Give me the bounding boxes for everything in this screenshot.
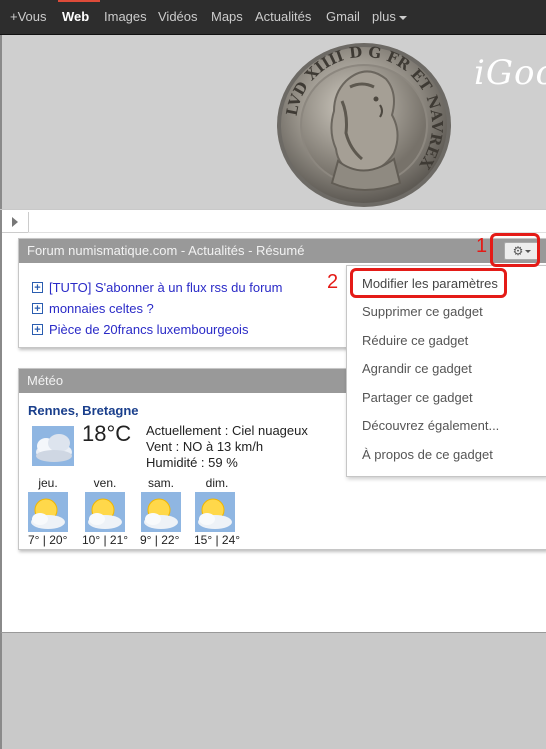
feed-link[interactable]: Pièce de 20francs luxembourgeois xyxy=(49,322,248,337)
forecast-temps: 7° | 20° xyxy=(28,533,68,547)
annotation-highlight-box xyxy=(350,268,507,298)
nav-link-gmail[interactable]: Gmail xyxy=(326,0,360,34)
forecast-temps: 9° | 22° xyxy=(140,533,180,547)
sidebar-toggle[interactable] xyxy=(2,212,29,233)
feed-item[interactable]: + monnaies celtes ? xyxy=(32,300,154,318)
nav-link-maps[interactable]: Maps xyxy=(211,0,243,34)
feed-item[interactable]: + Pièce de 20francs luxembourgeois xyxy=(32,321,248,339)
forecast-temps: 10° | 21° xyxy=(82,533,129,547)
expand-icon[interactable]: + xyxy=(32,324,43,336)
coin-image: LVD XIIII D G FR ET NAVREX xyxy=(277,43,451,207)
nav-link-actualites[interactable]: Actualités xyxy=(255,0,311,34)
nav-link-plus-vous[interactable]: +Vous xyxy=(10,0,47,34)
triangle-right-icon xyxy=(12,217,18,227)
nav-link-more[interactable]: plus xyxy=(372,0,407,34)
nav-link-videos[interactable]: Vidéos xyxy=(158,0,198,34)
nav-more-label: plus xyxy=(372,9,396,24)
weather-conditions: Actuellement : Ciel nuageux xyxy=(146,423,308,438)
feed-link[interactable]: monnaies celtes ? xyxy=(49,301,154,316)
menu-item-delete[interactable]: Supprimer ce gadget xyxy=(362,304,483,319)
expand-icon[interactable]: + xyxy=(32,282,43,294)
feed-link[interactable]: [TUTO] S'abonner à un flux rss du forum xyxy=(49,280,282,295)
partly-sunny-icon xyxy=(85,492,125,532)
menu-item-discover[interactable]: Découvrez également... xyxy=(362,418,499,433)
annotation-number-1: 1 xyxy=(476,235,488,257)
menu-item-about[interactable]: À propos de ce gadget xyxy=(362,447,493,462)
forecast-day: ven. xyxy=(93,476,117,490)
forecast-day: jeu. xyxy=(38,476,58,490)
expand-icon[interactable]: + xyxy=(32,303,43,315)
current-temperature: 18°C xyxy=(82,421,132,446)
forecast-day: sam. xyxy=(147,476,174,490)
weather-city-link[interactable]: Rennes, Bretagne xyxy=(28,403,139,418)
partly-sunny-icon xyxy=(141,492,181,532)
forecast-temps: 15° | 24° xyxy=(194,533,241,547)
divider xyxy=(28,232,546,233)
page-footer-area xyxy=(0,632,546,749)
feed-item[interactable]: + [TUTO] S'abonner à un flux rss du forum xyxy=(32,279,282,297)
menu-item-maximize[interactable]: Agrandir ce gadget xyxy=(362,361,472,376)
gadget-title[interactable]: Forum numismatique.com - Actualités - Ré… xyxy=(19,239,546,263)
nav-link-images[interactable]: Images xyxy=(104,0,147,34)
annotation-number-2: 2 xyxy=(327,271,339,293)
forecast-day: dim. xyxy=(205,476,229,490)
menu-item-minimize[interactable]: Réduire ce gadget xyxy=(362,333,468,348)
cloudy-icon xyxy=(32,426,74,466)
top-nav-bar: +Vous Web Images Vidéos Maps Actualités … xyxy=(0,0,546,35)
partly-sunny-icon xyxy=(28,492,68,532)
igoogle-logo: iGoo xyxy=(474,53,546,93)
nav-link-web[interactable]: Web xyxy=(62,0,89,34)
annotation-highlight-box xyxy=(490,233,540,267)
weather-wind: Vent : NO à 13 km/h xyxy=(146,439,264,454)
chevron-down-icon xyxy=(398,15,407,20)
theme-header: LVD XIIII D G FR ET NAVREX iGoo xyxy=(0,35,546,209)
menu-item-share[interactable]: Partager ce gadget xyxy=(362,390,473,405)
weather-humidity: Humidité : 59 % xyxy=(146,455,238,470)
partly-sunny-icon xyxy=(195,492,235,532)
